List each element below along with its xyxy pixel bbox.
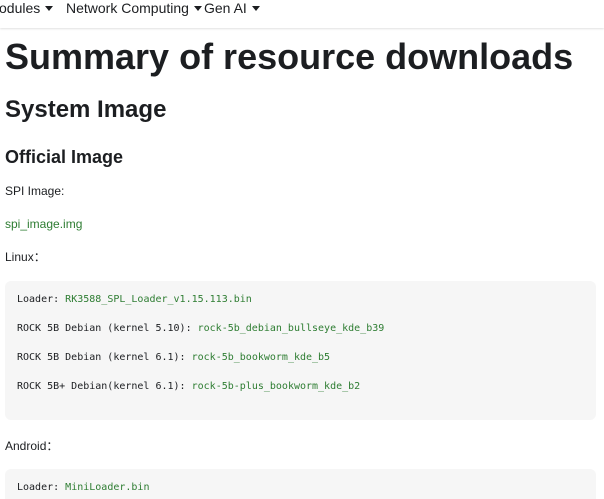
top-navigation-bar: odules Network Computing Gen AI — [0, 0, 604, 28]
code-line-label: Loader: — [17, 294, 66, 305]
section-heading-system-image: System Image — [5, 96, 167, 123]
code-line-loader: Loader: RK3588_SPL_Loader_v1.15.113.bin — [17, 294, 252, 306]
caret-down-icon — [251, 6, 260, 11]
loader-download-link[interactable]: RK3588_SPL_Loader_v1.15.113.bin — [65, 294, 252, 305]
subsection-heading-official-image: Official Image — [5, 147, 124, 167]
linux-code-block: Loader: RK3588_SPL_Loader_v1.15.113.bin … — [5, 281, 596, 420]
code-line-android-loader: Loader: MiniLoader.bin — [17, 482, 149, 494]
rock5b-plus-bookworm-download-link[interactable]: rock-5b-plus_bookworm_kde_b2 — [192, 381, 361, 392]
miniloader-download-link[interactable]: MiniLoader.bin — [65, 482, 149, 493]
android-label: Android： — [5, 439, 59, 453]
caret-down-icon — [193, 6, 202, 11]
spi-image-paragraph: spi_image.img — [5, 216, 82, 232]
code-line-rock5b-debian-6-1: ROCK 5B Debian (kernel 6.1): rock-5b_boo… — [17, 352, 330, 364]
nav-item-label: odules — [0, 0, 41, 16]
code-line-label: ROCK 5B Debian (kernel 5.10): — [17, 323, 198, 334]
nav-item-label: Gen AI — [204, 0, 247, 16]
caret-down-icon — [45, 6, 54, 11]
nav-item-label: Network Computing — [66, 0, 189, 16]
code-line-label: ROCK 5B Debian (kernel 6.1): — [17, 352, 192, 363]
nav-item-modules[interactable]: odules — [0, 0, 54, 16]
code-line-rock5b-plus-debian-6-1: ROCK 5B+ Debian(kernel 6.1): rock-5b-plu… — [17, 381, 360, 393]
linux-label: Linux： — [5, 250, 46, 264]
spi-image-link[interactable]: spi_image.img — [5, 217, 82, 231]
page-title: Summary of resource downloads — [5, 36, 574, 77]
code-line-label: Loader: — [17, 482, 66, 493]
rock5b-bullseye-download-link[interactable]: rock-5b_debian_bullseye_kde_b39 — [198, 323, 385, 334]
rock5b-bookworm-download-link[interactable]: rock-5b_bookworm_kde_b5 — [192, 352, 330, 363]
nav-item-gen-ai[interactable]: Gen AI — [204, 0, 260, 16]
spi-image-label: SPI Image: — [5, 184, 65, 198]
nav-item-network-computing[interactable]: Network Computing — [66, 0, 202, 16]
android-code-block: Loader: MiniLoader.bin — [5, 469, 596, 499]
code-line-label: ROCK 5B+ Debian(kernel 6.1): — [17, 381, 192, 392]
code-line-rock5b-debian-5-10: ROCK 5B Debian (kernel 5.10): rock-5b_de… — [17, 323, 384, 335]
